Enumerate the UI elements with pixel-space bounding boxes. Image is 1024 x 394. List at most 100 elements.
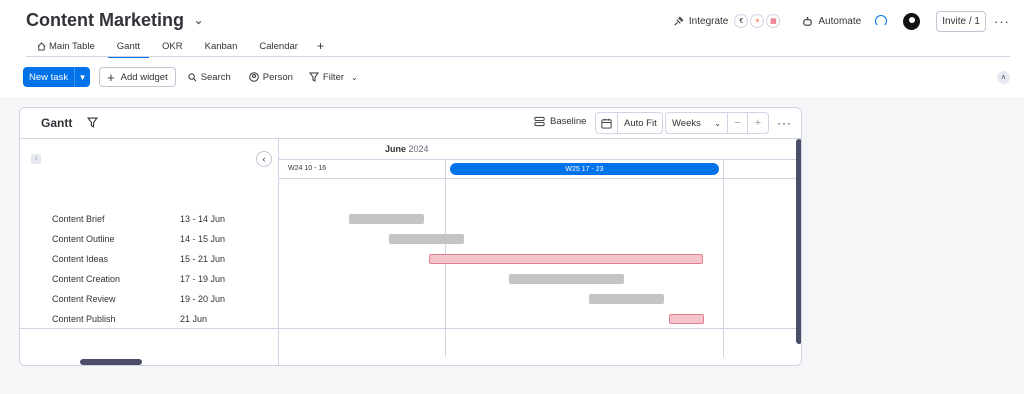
board-title[interactable]: Content Marketing ⌄ <box>26 10 203 31</box>
task-bar[interactable] <box>389 234 464 244</box>
filter-button[interactable]: Filter ⌄ <box>308 71 358 83</box>
expand-icon[interactable]: ↕ <box>31 154 41 164</box>
more-options-icon[interactable]: ··· <box>777 116 792 130</box>
filter-icon <box>308 72 319 82</box>
baseline-button[interactable]: Baseline <box>534 116 586 127</box>
scale-select[interactable]: Weeks ⌄ <box>666 113 728 133</box>
integrate-button[interactable]: Integrate <box>673 16 728 27</box>
divider <box>279 328 796 329</box>
search-button[interactable]: Search <box>188 72 231 83</box>
tab-label: OKR <box>162 40 183 52</box>
new-task-button[interactable]: New task ▼ <box>23 67 91 87</box>
current-week-pill: W25 17 - 23 <box>450 163 719 175</box>
tab-calendar[interactable]: Calendar <box>248 35 309 57</box>
more-options-icon[interactable]: ··· <box>994 14 1010 29</box>
app-icon: € <box>734 14 749 28</box>
avatar[interactable] <box>903 12 921 30</box>
robot-icon <box>803 16 813 26</box>
person-label: Person <box>262 71 293 83</box>
auto-fit-button[interactable]: Auto Fit <box>618 118 662 129</box>
task-row[interactable]: Content Review 19 - 20 Jun <box>52 289 262 309</box>
month-label: June 2024 <box>385 144 429 154</box>
zoom-in-button[interactable]: + <box>748 113 768 133</box>
top-actions: Integrate € ✴ ▦ Automate Invite / 1 ··· <box>673 10 1010 32</box>
plus-icon: + <box>107 69 115 85</box>
person-icon <box>248 72 259 82</box>
task-name: Content Creation <box>52 274 121 284</box>
tab-label: Main Table <box>49 40 95 52</box>
task-row[interactable]: Content Ideas 15 - 21 Jun <box>52 249 262 269</box>
tab-divider <box>26 56 1010 57</box>
task-name: Content Review <box>52 294 116 304</box>
add-widget-button[interactable]: + Add widget <box>99 67 176 87</box>
task-row[interactable]: Content Brief 13 - 14 Jun <box>52 209 262 229</box>
search-label: Search <box>200 71 231 83</box>
task-name: Content Publish <box>52 314 116 324</box>
auto-fit-control: Auto Fit <box>595 112 663 134</box>
automate-button[interactable]: Automate <box>802 16 861 27</box>
week-label: W24 10 - 16 <box>288 165 327 172</box>
plug-icon <box>674 16 684 26</box>
task-dates: 19 - 20 Jun <box>180 294 226 304</box>
task-list-pane: ↕ ‹ Content Brief 13 - 14 Jun Content Outl… <box>20 139 279 365</box>
tab-main-table[interactable]: Main Table <box>26 35 106 57</box>
task-bar[interactable] <box>589 294 664 304</box>
gantt-widget: Gantt Baseline Auto Fit Weeks ⌄ − + ··· … <box>19 107 802 366</box>
search-icon <box>188 72 197 81</box>
baseline-icon <box>534 116 545 127</box>
task-row[interactable]: Content Outline 14 - 15 Jun <box>52 229 262 249</box>
calendar-app-icon: ▦ <box>766 14 781 28</box>
chevron-down-icon[interactable]: ⌄ <box>194 14 203 27</box>
task-name: Content Brief <box>52 214 105 224</box>
add-widget-label: Add widget <box>120 71 168 83</box>
task-name: Content Ideas <box>52 254 109 264</box>
vertical-scrollbar[interactable] <box>796 139 801 344</box>
filter-label: Filter <box>322 71 345 83</box>
person-filter-button[interactable]: Person <box>248 71 293 83</box>
tab-kanban[interactable]: Kanban <box>194 35 249 57</box>
task-dates: 21 Jun <box>180 314 208 324</box>
new-task-label: New task <box>29 71 69 83</box>
tab-label: Gantt <box>116 40 141 52</box>
calendar-icon[interactable] <box>596 113 618 133</box>
integration-apps[interactable]: € ✴ ▦ <box>734 14 781 28</box>
board-header: Content Marketing ⌄ Integrate € ✴ ▦ Auto… <box>0 0 1024 97</box>
horizontal-scrollbar[interactable] <box>80 359 142 365</box>
zoom-out-button[interactable]: − <box>728 113 748 133</box>
filter-icon[interactable] <box>87 117 98 128</box>
tab-okr[interactable]: OKR <box>151 35 194 57</box>
gantt-title: Gantt <box>41 116 73 130</box>
task-bar[interactable] <box>429 254 703 264</box>
chevron-down-icon[interactable]: ▼ <box>74 67 90 87</box>
integrate-label: Integrate <box>688 15 729 27</box>
invite-button[interactable]: Invite / 1 <box>936 10 986 32</box>
tab-label: Calendar <box>259 40 298 52</box>
task-row[interactable]: Content Creation 17 - 19 Jun <box>52 269 262 289</box>
task-name: Content Outline <box>52 234 115 244</box>
automate-label: Automate <box>818 15 862 27</box>
board-toolbar: New task ▼ + Add widget Search Person Fi… <box>23 67 358 87</box>
add-view-icon[interactable]: + <box>309 39 332 53</box>
divider <box>20 328 279 329</box>
baseline-label: Baseline <box>550 116 587 127</box>
board-title-text: Content Marketing <box>26 10 185 30</box>
home-icon <box>37 41 46 51</box>
chevron-down-icon: ⌄ <box>351 72 358 82</box>
gantt-timeline: June 2024 W24 10 - 16 W25 17 - 23 <box>279 139 801 365</box>
task-bar[interactable] <box>509 274 624 284</box>
task-bar[interactable] <box>669 314 704 324</box>
chevron-down-icon: ⌄ <box>714 118 721 128</box>
collapse-header-icon[interactable]: ˄ <box>997 71 1010 84</box>
headset-icon[interactable] <box>875 15 888 27</box>
task-row[interactable]: Content Publish 21 Jun <box>52 309 262 329</box>
tab-label: Kanban <box>204 40 238 52</box>
scale-value: Weeks <box>672 117 701 129</box>
month-name: June <box>385 144 407 154</box>
task-bar[interactable] <box>349 214 424 224</box>
month-year: 2024 <box>408 144 429 154</box>
tab-gantt[interactable]: Gantt <box>106 35 151 58</box>
gantt-header: Gantt Baseline Auto Fit Weeks ⌄ − + ··· <box>20 108 801 139</box>
task-dates: 14 - 15 Jun <box>180 234 226 244</box>
task-dates: 15 - 21 Jun <box>180 254 226 264</box>
collapse-pane-button[interactable]: ‹ <box>256 151 272 167</box>
